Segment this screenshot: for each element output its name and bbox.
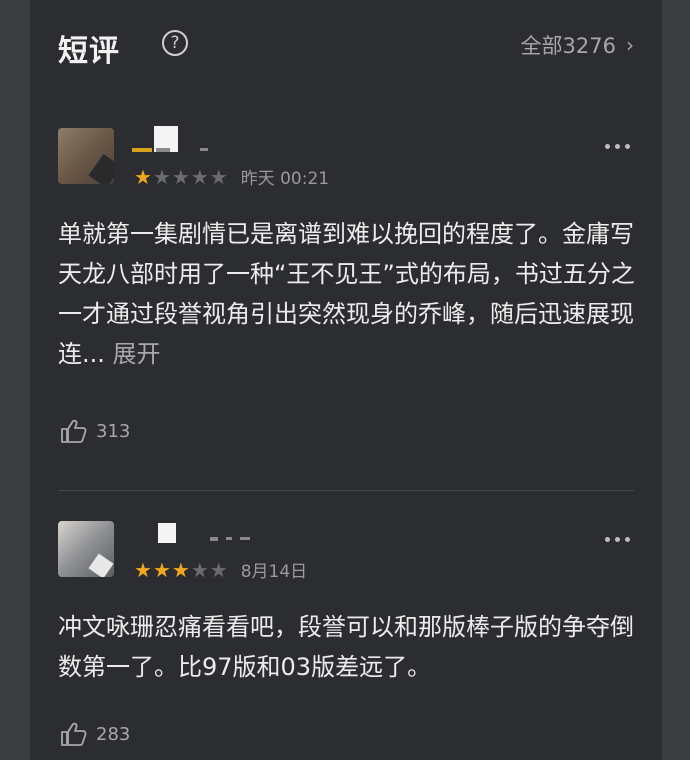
like-count: 313 (96, 420, 131, 442)
avatar[interactable] (58, 128, 114, 184)
star-rating: ★ ★ ★ ★ ★ (134, 560, 229, 580)
star-rating: ★ ★ ★ ★ ★ (134, 167, 229, 187)
star-icon: ★ (152, 557, 171, 582)
thumbs-up-icon (61, 722, 87, 746)
star-icon: ★ (171, 557, 190, 582)
review-text: 冲文咏珊忍痛看看吧，段誉可以和那版棒子版的争夺倒数第一了。比97版和03版差远了… (58, 607, 636, 687)
star-icon: ★ (209, 164, 228, 189)
section-title: 短评 (58, 34, 120, 69)
review-time: 8月14日 (240, 562, 308, 582)
avatar[interactable] (58, 521, 114, 577)
star-icon: ★ (152, 164, 171, 189)
review-text: 单就第一集剧情已是离谱到难以挽回的程度了。金庸写天龙八部时用了一种“王不见王”式… (58, 214, 636, 374)
review-text-content: 冲文咏珊忍痛看看吧，段誉可以和那版棒子版的争夺倒数第一了。比97版和03版差远了… (58, 613, 634, 681)
star-icon: ★ (134, 557, 152, 582)
star-icon: ★ (209, 557, 228, 582)
expand-link[interactable]: 展开 (113, 340, 161, 368)
view-all-reviews-link[interactable]: 全部3276 › (521, 30, 634, 60)
username-redacted[interactable] (130, 122, 290, 152)
star-icon: ★ (190, 164, 209, 189)
review-meta: ★ ★ ★ ★ ★ 昨天 00:21 (134, 164, 330, 190)
chevron-right-icon: › (626, 33, 634, 57)
like-count: 283 (96, 723, 131, 745)
all-reviews-count: 全部3276 (520, 34, 616, 58)
more-icon[interactable] (600, 144, 630, 149)
section-header: 短评 ? 全部3276 › (58, 22, 634, 69)
review-time: 昨天 00:21 (240, 169, 330, 189)
like-button[interactable]: 283 (60, 721, 130, 747)
more-icon[interactable] (600, 537, 630, 542)
short-review-card: 短评 ? 全部3276 › ★ ★ ★ ★ ★ 昨天 00:21 单就第一集剧情… (30, 0, 662, 760)
thumbs-up-icon (61, 419, 87, 443)
like-button[interactable]: 313 (60, 418, 130, 444)
review-meta: ★ ★ ★ ★ ★ 8月14日 (134, 557, 308, 583)
divider (58, 490, 634, 491)
star-icon: ★ (171, 164, 190, 189)
star-icon: ★ (134, 164, 152, 189)
username-redacted[interactable] (130, 515, 290, 545)
star-icon: ★ (190, 557, 209, 582)
help-icon[interactable]: ? (162, 30, 188, 56)
